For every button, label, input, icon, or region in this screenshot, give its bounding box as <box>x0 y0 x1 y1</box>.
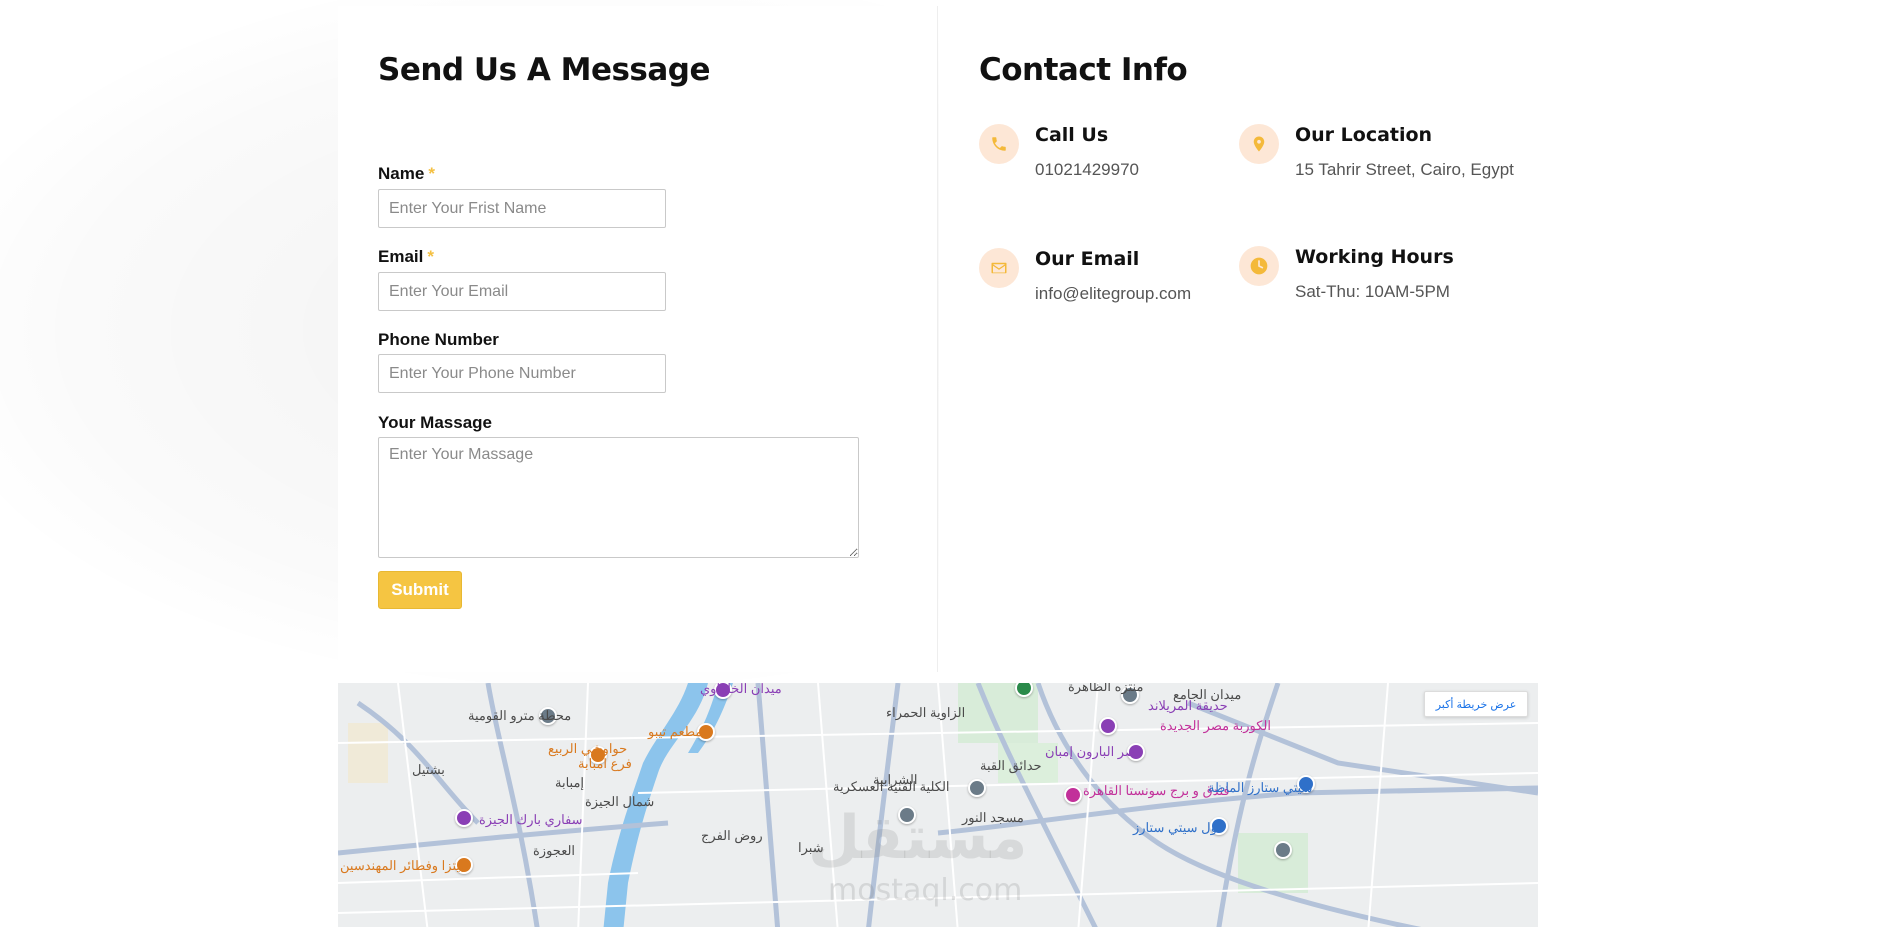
map-label: حدائق القبة <box>980 758 1042 773</box>
phone-number[interactable]: 01021429970 <box>1035 160 1139 180</box>
envelope-icon <box>979 248 1019 288</box>
map-label: شبرا <box>798 840 824 855</box>
contact-item-title: Call Us <box>1035 124 1109 146</box>
message-label: Your Massage <box>378 413 492 433</box>
working-hours: Sat-Thu: 10AM-5PM <box>1295 282 1450 301</box>
phone-input[interactable] <box>378 354 666 393</box>
embedded-map[interactable]: مستقل mostaql.com ميدان الخلفاوي منتزه ا… <box>338 683 1538 927</box>
name-label-text: Name <box>378 164 425 183</box>
required-mark: * <box>428 164 435 183</box>
map-label: الكوربة مصر الجديدة <box>1160 718 1272 733</box>
map-label: العجوزة <box>533 843 576 858</box>
message-form-card: Send Us A Message Name* Email* Phone Num… <box>338 6 938 672</box>
map-pin[interactable] <box>455 809 473 827</box>
email-address[interactable]: info@elitegroup.com <box>1035 284 1191 304</box>
map-label: قصر البارون إمبان <box>1045 744 1143 759</box>
email-label-text: Email <box>378 247 424 266</box>
map-label: سيتي ستارز الماظة <box>1208 780 1313 795</box>
email-input[interactable] <box>378 272 666 311</box>
contact-title: Contact Info <box>979 52 1188 88</box>
map-label: مسجد النور <box>962 810 1024 825</box>
map-label: ميدان الخلفاوي <box>700 683 782 696</box>
map-label: سفاري بارك الجيزة <box>479 812 583 827</box>
name-label: Name * <box>378 164 435 184</box>
map-label: بشتيل <box>412 762 445 777</box>
map-pin[interactable] <box>1099 717 1117 735</box>
required-mark: * <box>427 247 434 266</box>
map-label: روض الفرج <box>701 828 763 843</box>
name-input[interactable] <box>378 189 666 228</box>
map-label: محطة مترو القومية <box>468 708 572 723</box>
map-pin-icon <box>1239 124 1279 164</box>
submit-button[interactable]: Submit <box>378 571 462 609</box>
phone-label: Phone Number <box>378 330 499 350</box>
form-title: Send Us A Message <box>378 52 711 88</box>
map-label: الزاوية الحمراء <box>886 705 966 720</box>
map-pin[interactable] <box>968 779 986 797</box>
message-label-text: Your Massage <box>378 413 493 432</box>
location-address: 15 Tahrir Street, Cairo, Egypt <box>1295 160 1514 179</box>
map-label: مطعم تيبو <box>648 724 703 739</box>
map-pin[interactable] <box>1064 786 1082 804</box>
contact-item-title: Working Hours <box>1295 246 1454 268</box>
phone-label-text: Phone Number <box>378 330 499 349</box>
map-pin[interactable] <box>1274 841 1292 859</box>
clock-icon <box>1239 246 1279 286</box>
map-label: مول سيتي ستارز <box>1133 820 1225 835</box>
map-label: حديقة المريلاند <box>1148 698 1228 713</box>
email-label: Email * <box>378 247 434 267</box>
map-label: شمال الجيزة <box>585 794 655 809</box>
map-label: إمبابة <box>555 775 585 790</box>
map-label: الكلية الفنية العسكرية <box>833 779 950 794</box>
message-textarea[interactable] <box>378 437 859 558</box>
map-label: بيتزا وفطائر المهندسين <box>340 858 464 873</box>
contact-item-title: Our Email <box>1035 248 1140 270</box>
map-label: حواوشي الربيع <box>548 741 628 756</box>
map-label: فرع امبابة <box>578 756 632 771</box>
contact-section: Send Us A Message Name* Email* Phone Num… <box>338 6 1538 927</box>
map-watermark-sub: mostaql.com <box>828 873 1023 908</box>
phone-icon <box>979 124 1019 164</box>
view-larger-map-link[interactable]: عرض خريطة أكبر <box>1424 691 1528 717</box>
contact-item-title: Our Location <box>1295 124 1433 146</box>
contact-info-card: Contact Info Call Us 01021429970 Our Loc… <box>939 6 1538 672</box>
map-pin[interactable] <box>898 806 916 824</box>
map-label: منتزه الظاهرة <box>1068 683 1144 694</box>
